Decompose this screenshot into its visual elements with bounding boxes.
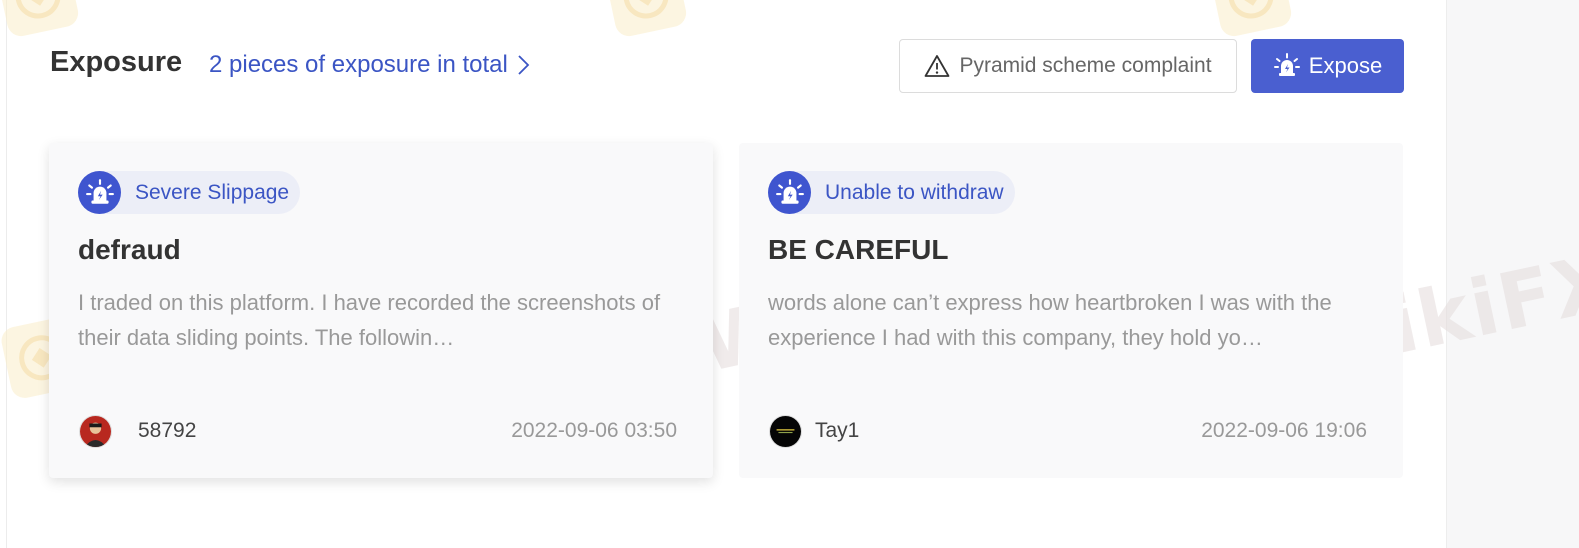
exposure-count-label: 2 pieces of exposure in total xyxy=(209,51,508,78)
username: 58792 xyxy=(138,419,197,442)
complaint-button-label: Pyramid scheme complaint xyxy=(959,54,1212,77)
watermark-logo-icon xyxy=(0,0,81,39)
category-tag: Severe Slippage xyxy=(78,171,301,214)
category-tag-label: Severe Slippage xyxy=(135,180,290,204)
section-title: Exposure xyxy=(50,46,183,78)
watermark-logo-icon xyxy=(603,0,689,39)
chevron-right-icon xyxy=(518,55,530,75)
card-title: BE CAREFUL xyxy=(768,234,949,265)
exposure-card[interactable]: Unable to withdraw BE CAREFUL words alon… xyxy=(739,143,1403,478)
watermark xyxy=(603,0,689,39)
exposure-card[interactable]: Severe Slippage defraud I traded on this… xyxy=(49,143,713,478)
category-tag: Unable to withdraw xyxy=(768,171,1015,214)
card-excerpt: words alone can’t express how heartbroke… xyxy=(768,290,1332,350)
left-border xyxy=(6,0,7,548)
watermark xyxy=(0,0,81,39)
warning-icon xyxy=(925,55,950,77)
username: Tay1 xyxy=(815,419,860,442)
right-gutter xyxy=(1446,0,1579,548)
category-tag-label: Unable to withdraw xyxy=(825,180,1004,204)
expose-button[interactable]: Expose xyxy=(1251,39,1404,93)
alarm-siren-icon xyxy=(78,171,121,214)
expose-button-label: Expose xyxy=(1308,53,1383,78)
card-excerpt: I traded on this platform. I have record… xyxy=(78,290,661,350)
timestamp: 2022-09-06 03:50 xyxy=(511,419,677,442)
alarm-siren-icon xyxy=(768,171,811,214)
user-avatar xyxy=(79,415,112,448)
watermark xyxy=(1208,0,1294,39)
pyramid-scheme-complaint-button[interactable]: Pyramid scheme complaint xyxy=(899,39,1237,93)
card-title: defraud xyxy=(78,234,181,265)
watermark-logo-icon xyxy=(1208,0,1294,39)
alarm-siren-icon xyxy=(1273,53,1300,76)
user-avatar xyxy=(769,415,802,448)
exposure-count-link[interactable]: 2 pieces of exposure in total xyxy=(209,51,530,79)
timestamp: 2022-09-06 19:06 xyxy=(1201,419,1367,442)
